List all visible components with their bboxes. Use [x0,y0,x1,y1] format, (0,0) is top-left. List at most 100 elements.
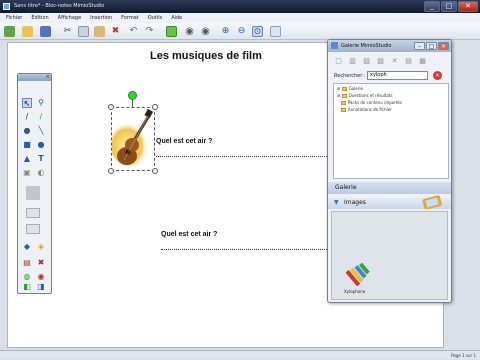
select-arrow-icon[interactable]: ↖ [22,98,32,108]
pen-icon[interactable]: / [22,112,32,122]
window-title-bar: Sans titre* - Bloc-notes MimioStudio _ □… [0,0,480,13]
resize-handle-bottom-right[interactable] [152,168,158,174]
close-button[interactable]: ✕ [458,1,478,12]
gallery-folder-icon[interactable]: ▥ [348,57,357,66]
zoom-out-icon[interactable]: ⊖ [236,26,247,37]
resize-handle-top-right[interactable] [152,104,158,110]
gallery-tool-icon[interactable]: ◍ [22,272,32,282]
menu-bar: Fichier Édition Affichage Insertion Form… [0,13,480,23]
gallery-copy-icon[interactable]: ▧ [362,57,371,66]
maximize-button[interactable]: □ [441,1,457,12]
screen-capture-icon[interactable]: ◨ [36,282,46,292]
spotlight-icon[interactable]: ◧ [22,282,32,292]
menu-fichier[interactable]: Fichier [6,13,22,23]
line-icon[interactable]: ╲ [36,126,46,136]
new-page-icon[interactable] [4,26,15,37]
page-info: Page 1 sur 1 [451,353,476,358]
shape-triangle-icon[interactable]: ▲ [22,154,32,164]
rotate-handle-line [132,99,133,107]
images-category-label: Images [344,199,366,206]
menu-edition[interactable]: Édition [31,13,48,23]
gallery-tree: ⊞ Galerie ⊞ Questions et résultats Packs… [333,83,449,179]
line-width-icon[interactable] [26,208,40,218]
circle-icon[interactable]: ● [36,140,46,150]
rectangle-icon[interactable]: ■ [22,140,32,150]
window-controls: _ □ ✕ [424,1,478,12]
tree-item-annotations[interactable]: Annotations de fichier [337,107,392,113]
menu-aide[interactable]: Aide [171,13,182,23]
ellipse-icon[interactable]: ● [22,126,32,136]
image-tool-icon[interactable]: ▣ [22,168,32,178]
page-title[interactable]: Les musiques de film [150,50,262,62]
color-picker-icon[interactable] [26,186,40,200]
paste-icon[interactable] [94,26,105,37]
eraser-icon[interactable]: ◆ [22,242,32,252]
gallery-import-icon[interactable]: ▤ [404,57,413,66]
clear-icon[interactable]: ▤ [22,258,32,268]
copy-icon[interactable] [78,26,89,37]
images-category-header[interactable]: ▼ Images [328,195,451,209]
answer-line-1[interactable] [156,156,327,157]
expand-arrow-icon: ▼ [334,199,339,206]
app-icon [3,3,10,10]
minimize-button[interactable]: _ [424,1,440,12]
gallery-delete-icon[interactable]: ✕ [390,57,399,66]
search-input[interactable]: xyloph [367,71,428,80]
guitar-image-selection[interactable] [108,104,158,174]
xylophone-label[interactable]: Xylophone [344,289,365,294]
close-icon[interactable]: × [46,74,50,81]
search-label: Rechercher : [334,73,366,79]
gallery-paste-icon[interactable]: ▨ [376,57,385,66]
delete-icon[interactable]: ✖ [110,26,121,37]
redo-icon[interactable]: ↷ [144,26,155,37]
menu-outils[interactable]: Outils [148,13,162,23]
cut-icon[interactable]: ✂ [62,26,73,37]
answer-line-2[interactable] [161,249,327,250]
gallery-minimize-button[interactable]: – [414,42,425,50]
gallery-window: Galerie MimioStudio – □ × ▢ ▥ ▧ ▨ ✕ ▤ ▦ … [327,39,452,303]
gallery-new-icon[interactable]: ▢ [334,57,343,66]
screen-icon[interactable] [270,26,281,37]
zoom-in-icon[interactable]: ⊕ [220,26,231,37]
menu-format[interactable]: Format [121,13,139,23]
gallery-icon [331,42,338,49]
menu-affichage[interactable]: Affichage [58,13,82,23]
question-2[interactable]: Quel est cet air ? [161,231,217,238]
tree-item-galerie[interactable]: ⊞ Galerie [337,86,363,92]
gallery-maximize-button[interactable]: □ [426,42,437,50]
zoom-fit-icon[interactable]: ⊙ [252,26,263,37]
gallery-close-button[interactable]: × [438,42,449,50]
fill-icon[interactable]: ◈ [36,242,46,252]
gallery-title-bar[interactable]: Galerie MimioStudio – □ × [328,40,451,52]
menu-insertion[interactable]: Insertion [90,13,112,23]
images-area: Xylophone [331,211,448,300]
text-tool-icon[interactable]: T [36,154,46,164]
tree-item-questions[interactable]: ⊞ Questions et résultats [337,93,393,99]
guitar-image [112,108,154,166]
insert-page-icon[interactable] [166,26,177,37]
tools-palette-header[interactable]: × [18,74,51,81]
images-category-icon [422,195,442,209]
delete-object-icon[interactable]: ✖ [36,258,46,268]
window-title: Sans titre* - Bloc-notes MimioStudio [14,3,105,9]
resize-handle-top-left[interactable] [108,104,114,110]
next-page-icon[interactable]: ◉ [200,26,211,37]
xylophone-thumbnail-icon[interactable] [346,260,372,286]
sound-tool-icon[interactable]: ◐ [36,168,46,178]
main-toolbar: ✂ ✖ ↶ ↷ ◉ ◉ ⊕ ⊖ ⊙ [0,23,480,40]
clear-search-icon[interactable]: × [433,71,442,80]
gallery-export-icon[interactable]: ▦ [418,57,427,66]
open-icon[interactable] [22,26,33,37]
magnifier-icon[interactable]: ⚲ [36,98,46,108]
resize-handle-bottom-left[interactable] [108,168,114,174]
gallery-section-header[interactable]: Galerie [328,182,451,194]
reveal-tool-icon[interactable]: ◉ [36,272,46,282]
undo-icon[interactable]: ↶ [128,26,139,37]
question-1[interactable]: Quel est cet air ? [156,138,212,145]
save-icon[interactable] [40,26,51,37]
transparency-icon[interactable] [26,224,40,234]
highlighter-icon[interactable]: / [36,112,46,122]
tree-item-packs[interactable]: Packs de contenu importés [337,100,402,106]
tools-palette: × ↖ ⚲ / / ● ╲ ■ ● ▲ T ▣ ◐ ◆ ◈ ▤ ✖ ◍ ◉ ◧ … [17,73,52,294]
previous-page-icon[interactable]: ◉ [184,26,195,37]
